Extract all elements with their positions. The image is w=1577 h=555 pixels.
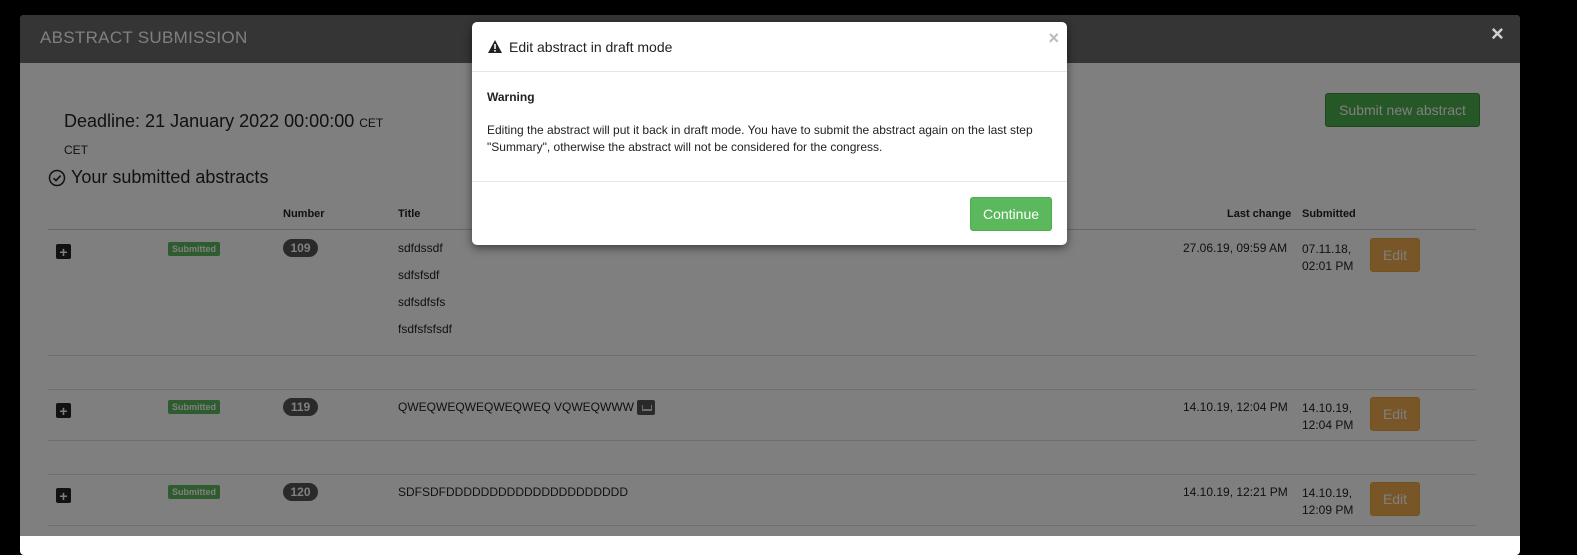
continue-button[interactable]: Continue <box>970 197 1052 231</box>
modal-warning-text: Editing the abstract will put it back in… <box>487 123 1033 154</box>
modal-body: Warning Editing the abstract will put it… <box>472 72 1067 182</box>
draft-mode-modal: Edit abstract in draft mode × Warning Ed… <box>472 22 1067 245</box>
modal-close-icon[interactable]: × <box>1048 28 1059 49</box>
modal-warning-heading: Warning <box>487 90 535 104</box>
modal-header: Edit abstract in draft mode <box>472 22 1067 72</box>
panel-close-icon[interactable]: × <box>1491 23 1504 45</box>
modal-title: Edit abstract in draft mode <box>509 38 673 55</box>
warning-icon <box>488 40 502 53</box>
